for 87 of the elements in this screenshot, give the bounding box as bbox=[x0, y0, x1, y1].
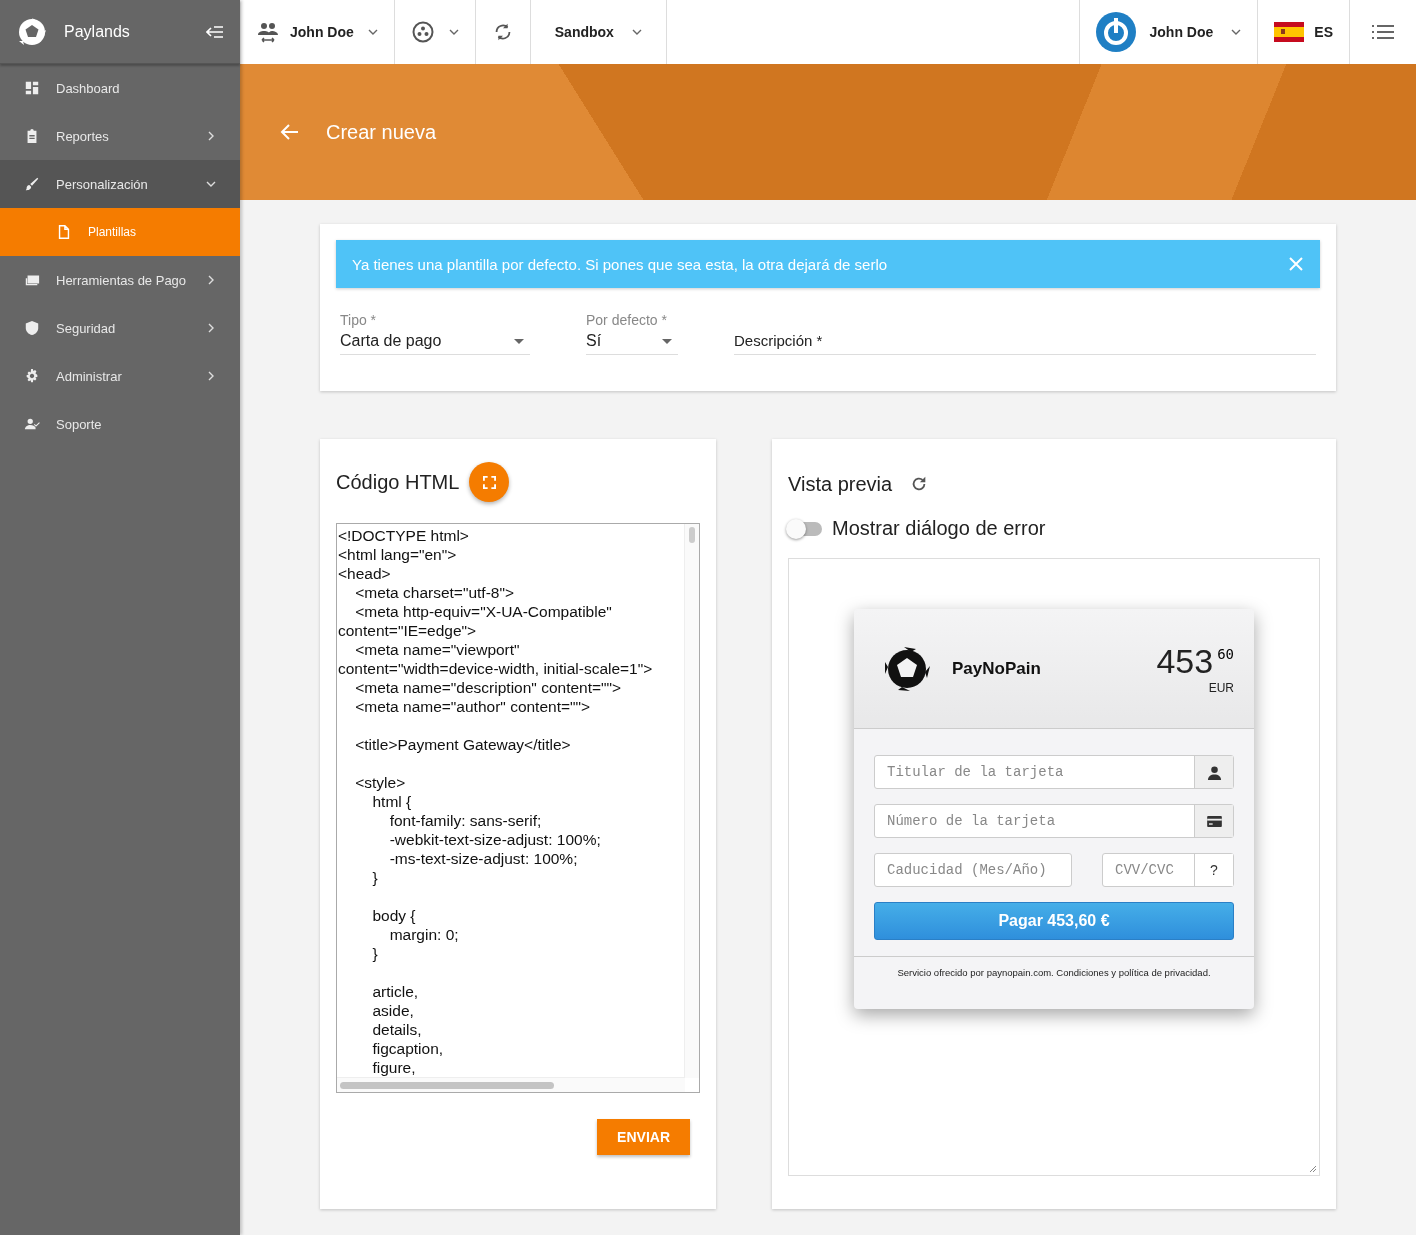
person-check-icon bbox=[24, 416, 40, 432]
person-icon bbox=[1206, 764, 1222, 780]
section-title: Vista previa bbox=[788, 472, 893, 496]
logo-icon bbox=[16, 15, 48, 48]
document-icon bbox=[56, 224, 72, 240]
sidebar-item[interactable]: Soporte bbox=[0, 400, 240, 448]
sidebar-item[interactable]: Seguridad bbox=[0, 304, 240, 352]
dashboard-icon bbox=[24, 80, 40, 96]
sidebar-item[interactable]: Reportes bbox=[0, 112, 240, 160]
toggle-label: Mostrar diálogo de error bbox=[832, 517, 1046, 540]
toggle-switch[interactable] bbox=[788, 521, 822, 536]
gear-icon bbox=[24, 368, 40, 384]
code-line: -ms-text-size-adjust: 100%; bbox=[388, 849, 579, 868]
fullscreen-icon bbox=[482, 475, 496, 489]
footer-text: Servicio ofrecido por paynopain.com. Condiciones y política de privacidad. bbox=[896, 966, 1212, 978]
brand-name: Paylands bbox=[64, 22, 131, 41]
currency: EUR bbox=[1208, 681, 1234, 695]
amount-cents: 60 bbox=[1217, 646, 1234, 662]
merchant-name: PayNoPain bbox=[952, 658, 1042, 679]
code-line: aside, bbox=[371, 1001, 415, 1020]
code-editor[interactable] bbox=[336, 523, 700, 1093]
code-line: article, bbox=[371, 982, 420, 1001]
code-line: content="width=device-width, initial-scale=1"> bbox=[338, 659, 654, 678]
spain-flag-icon bbox=[1274, 22, 1305, 42]
code-line: <meta charset="utf-8"> bbox=[354, 583, 515, 602]
dropdown-icon bbox=[662, 338, 672, 344]
code-line: <head> bbox=[338, 564, 392, 583]
code-line: margin: 0; bbox=[388, 925, 460, 944]
credit-card-icon bbox=[1206, 815, 1222, 827]
caret-icon bbox=[1231, 27, 1242, 37]
code-line: figure, bbox=[371, 1058, 417, 1077]
caret-icon bbox=[448, 27, 459, 37]
code-line: } bbox=[371, 868, 379, 887]
fullscreen-button[interactable] bbox=[469, 462, 510, 502]
chevron-right-icon bbox=[206, 275, 216, 285]
code-line: font-family: sans-serif; bbox=[388, 811, 543, 830]
sidebar-item[interactable]: Administrar bbox=[0, 352, 240, 400]
back-arrow-icon[interactable] bbox=[280, 122, 300, 142]
description-field[interactable]: Descripción * bbox=[734, 332, 1316, 355]
user-menu[interactable]: John Doe bbox=[1078, 0, 1259, 64]
code-line: body { bbox=[371, 906, 417, 925]
cvv-field[interactable]: CVV/CVC ? bbox=[1102, 853, 1234, 887]
sidebar-item[interactable]: Herramientas de Pago bbox=[0, 256, 240, 304]
page-title: Crear nueva bbox=[326, 120, 437, 144]
code-line: <style> bbox=[354, 773, 407, 792]
people-icon bbox=[256, 20, 280, 44]
amount: 453 bbox=[1156, 642, 1214, 680]
code-line: details, bbox=[371, 1020, 423, 1039]
section-title: Código HTML bbox=[336, 470, 460, 494]
code-line: <!DOCTYPE html> bbox=[338, 526, 470, 545]
caret-icon bbox=[631, 27, 642, 37]
help-text: ? bbox=[1194, 854, 1233, 886]
dropdown-icon bbox=[514, 338, 524, 344]
code-line: <meta name="description" content=""> bbox=[354, 678, 623, 697]
sidebar-item[interactable]: Personalización bbox=[0, 160, 240, 208]
type-select[interactable]: Tipo * Carta de pago bbox=[340, 312, 530, 355]
alert-message: Ya tienes una plantilla por defecto. Si pones que sea esta, la otra dejará de serlo bbox=[352, 255, 888, 273]
default-select[interactable]: Por defecto * Sí bbox=[586, 312, 678, 355]
pay-button[interactable]: Pagar 453,60 € bbox=[874, 902, 1234, 940]
sidebar-subitem[interactable]: Plantillas bbox=[0, 208, 240, 256]
code-line: <meta http-equiv="X-UA-Compatible" bbox=[354, 602, 613, 621]
chevron-right-icon bbox=[206, 371, 216, 381]
shield-icon bbox=[24, 320, 40, 336]
code-line: content="IE=edge"> bbox=[338, 621, 478, 640]
resize-handle-icon[interactable] bbox=[1309, 1165, 1317, 1173]
code-line: figcaption, bbox=[371, 1039, 445, 1058]
sidebar-item[interactable]: Dashboard bbox=[0, 64, 240, 112]
chevron-right-icon bbox=[206, 131, 216, 141]
code-line: } bbox=[371, 944, 379, 963]
code-line: <meta name="author" content=""> bbox=[354, 697, 592, 716]
expiry-field[interactable]: Caducidad (Mes/Año) bbox=[874, 853, 1072, 887]
submit-button[interactable]: ENVIAR bbox=[597, 1119, 690, 1155]
code-line: <html lang="en"> bbox=[338, 545, 458, 564]
cardholder-field[interactable]: Titular de la tarjeta bbox=[874, 755, 1234, 789]
caret-icon bbox=[367, 27, 378, 37]
code-line: <meta name="viewport" bbox=[354, 640, 521, 659]
circle-dots-icon bbox=[410, 20, 435, 44]
code-line: html { bbox=[371, 792, 413, 811]
code-line: -webkit-text-size-adjust: 100%; bbox=[388, 830, 602, 849]
collapse-menu-icon[interactable] bbox=[206, 24, 224, 39]
chevron-down-icon bbox=[206, 179, 216, 189]
card-number-field[interactable]: Número de la tarjeta bbox=[874, 804, 1234, 838]
brush-icon bbox=[24, 176, 40, 192]
close-icon[interactable] bbox=[1288, 256, 1304, 272]
power-avatar-icon bbox=[1095, 12, 1136, 52]
chevron-right-icon bbox=[206, 323, 216, 333]
code-line: <title>Payment Gateway</title> bbox=[354, 735, 572, 754]
